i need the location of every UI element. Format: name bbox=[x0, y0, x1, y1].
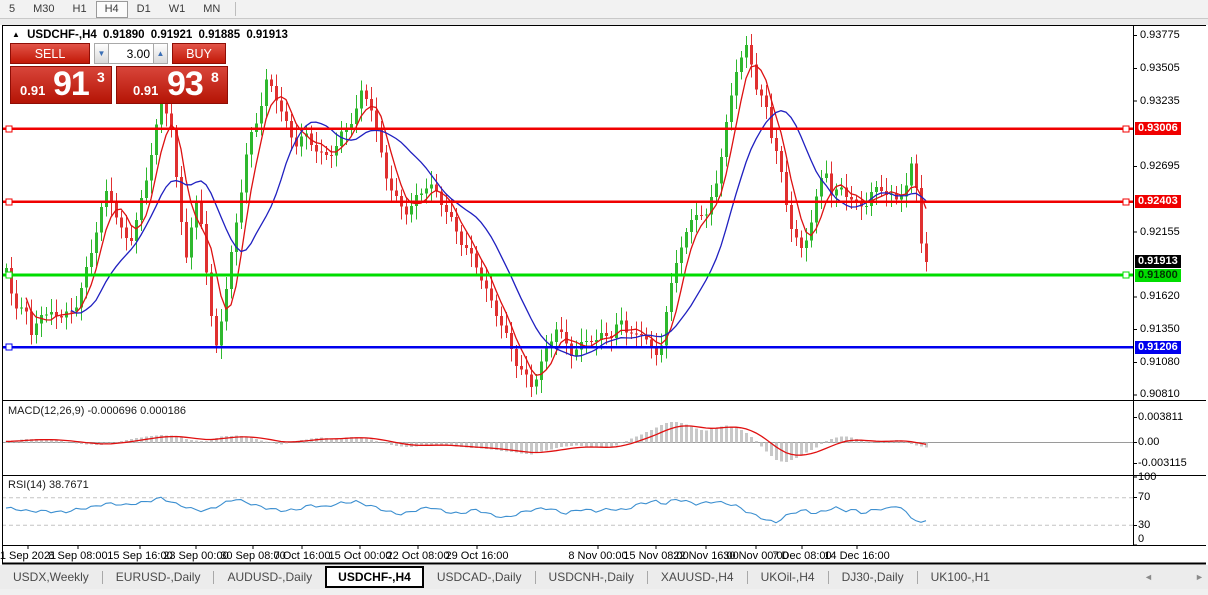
line-handle bbox=[1123, 272, 1129, 278]
volume-spinner: ▼ ▲ bbox=[94, 43, 168, 64]
rsi-axis-tick: 0 bbox=[1138, 533, 1144, 545]
price-axis-tick: 0.91620 bbox=[1140, 290, 1180, 302]
trade-panel: SELL ▼ ▲ BUY 0.91 91 3 0.91 93 8 bbox=[10, 43, 226, 101]
line-handle bbox=[1123, 126, 1129, 132]
chart-tab-bar: USDX,WeeklyEURUSD-,DailyAUDUSD-,DailyUSD… bbox=[0, 565, 1208, 590]
rsi-name: RSI(14) bbox=[8, 479, 46, 491]
chart-tab-audusd-daily[interactable]: AUDUSD-,Daily bbox=[214, 566, 325, 589]
rsi-axis-tick: 30 bbox=[1138, 519, 1150, 531]
chart-tab-usdcnh-daily[interactable]: USDCNH-,Daily bbox=[536, 566, 647, 589]
price-axis-tick: 0.90810 bbox=[1140, 388, 1180, 400]
rsi-pane bbox=[2, 497, 1133, 525]
price-axis-tick: 0.92695 bbox=[1140, 160, 1180, 172]
price-axis-tick: 0.91080 bbox=[1140, 356, 1180, 368]
rsi-axis-tick: 70 bbox=[1138, 491, 1150, 503]
sell-button[interactable]: SELL bbox=[10, 43, 90, 64]
price-axis-tick: 0.93505 bbox=[1140, 62, 1180, 74]
volume-increase-button[interactable]: ▲ bbox=[153, 43, 168, 64]
line-handle bbox=[6, 272, 12, 278]
ohlc-high: 0.91921 bbox=[151, 29, 193, 41]
sell-price-sup: 3 bbox=[97, 69, 105, 85]
price-level-label[interactable]: 0.91206 bbox=[1135, 341, 1181, 354]
price-axis-tick: 0.93235 bbox=[1140, 95, 1180, 107]
buy-button[interactable]: BUY bbox=[172, 43, 226, 64]
rsi-value: 38.7671 bbox=[49, 479, 89, 491]
line-handle bbox=[6, 126, 12, 132]
chart-frame bbox=[2, 25, 1206, 564]
macd-pane bbox=[2, 422, 1133, 462]
price-level-label[interactable]: 0.93006 bbox=[1135, 122, 1181, 135]
level-lines bbox=[2, 126, 1133, 350]
line-handle bbox=[6, 199, 12, 205]
ohlc-close: 0.91913 bbox=[246, 29, 288, 41]
time-axis-label: 14 Dec 16:00 bbox=[820, 550, 894, 562]
time-axis-label: 29 Oct 16:00 bbox=[440, 550, 514, 562]
rsi-label: RSI(14) 38.7671 bbox=[8, 479, 89, 491]
macd-label: MACD(12,26,9) -0.000696 0.000186 bbox=[8, 405, 186, 417]
rsi-axis-tick: 100 bbox=[1138, 471, 1156, 483]
buy-price-prefix: 0.91 bbox=[133, 83, 158, 98]
price-level-label[interactable]: 0.91800 bbox=[1135, 269, 1181, 282]
chart-tab-xauusd-h4[interactable]: XAUUSD-,H4 bbox=[648, 566, 747, 589]
line-handle bbox=[6, 344, 12, 350]
macd-axis-tick: -0.003115 bbox=[1138, 457, 1187, 469]
buy-price-panel[interactable]: 0.91 93 8 bbox=[116, 66, 228, 104]
price-axis-tick: 0.91350 bbox=[1140, 323, 1180, 335]
macd-name: MACD(12,26,9) bbox=[8, 405, 84, 417]
chart-tab-usdx-weekly[interactable]: USDX,Weekly bbox=[0, 566, 102, 589]
price-axis-tick: 0.93775 bbox=[1140, 29, 1180, 41]
macd-value: -0.000696 bbox=[87, 405, 137, 417]
volume-decrease-button[interactable]: ▼ bbox=[94, 43, 109, 64]
sell-price-prefix: 0.91 bbox=[20, 83, 45, 98]
chart-tab-dj30-daily[interactable]: DJ30-,Daily bbox=[829, 566, 917, 589]
chart-tab-eurusd-daily[interactable]: EURUSD-,Daily bbox=[103, 566, 214, 589]
buy-price-big: 93 bbox=[167, 65, 203, 104]
macd-axis-tick: 0.00 bbox=[1138, 436, 1159, 448]
tab-scroll-left-icon[interactable]: ◄ bbox=[1144, 572, 1153, 582]
status-strip bbox=[0, 589, 1208, 595]
chart-title: ▲ USDCHF-,H4 0.91890 0.91921 0.91885 0.9… bbox=[12, 29, 291, 41]
chart-tab-ukoil-h4[interactable]: UKOil-,H4 bbox=[748, 566, 828, 589]
price-level-label[interactable]: 0.91913 bbox=[1135, 255, 1181, 268]
macd-signal-value: 0.000186 bbox=[140, 405, 186, 417]
line-handle bbox=[1123, 199, 1129, 205]
price-level-label[interactable]: 0.92403 bbox=[1135, 195, 1181, 208]
tab-scroll-right-icon[interactable]: ► bbox=[1195, 572, 1204, 582]
chart-symbol-label: USDCHF-,H4 bbox=[27, 29, 97, 41]
collapse-triangle-icon[interactable]: ▲ bbox=[12, 30, 20, 39]
chart-tab-usdcad-daily[interactable]: USDCAD-,Daily bbox=[424, 566, 535, 589]
volume-input[interactable] bbox=[109, 43, 153, 64]
chart-tab-usdchf-h4[interactable]: USDCHF-,H4 bbox=[325, 566, 424, 588]
sell-price-big: 91 bbox=[53, 65, 89, 104]
sell-price-panel[interactable]: 0.91 91 3 bbox=[10, 66, 112, 104]
chart-tab-uk100-h1[interactable]: UK100-,H1 bbox=[918, 566, 1003, 589]
buy-price-sup: 8 bbox=[211, 69, 219, 85]
ohlc-low: 0.91885 bbox=[199, 29, 241, 41]
macd-axis-tick: 0.003811 bbox=[1138, 411, 1183, 423]
ohlc-open: 0.91890 bbox=[103, 29, 145, 41]
price-axis-tick: 0.92155 bbox=[1140, 226, 1180, 238]
